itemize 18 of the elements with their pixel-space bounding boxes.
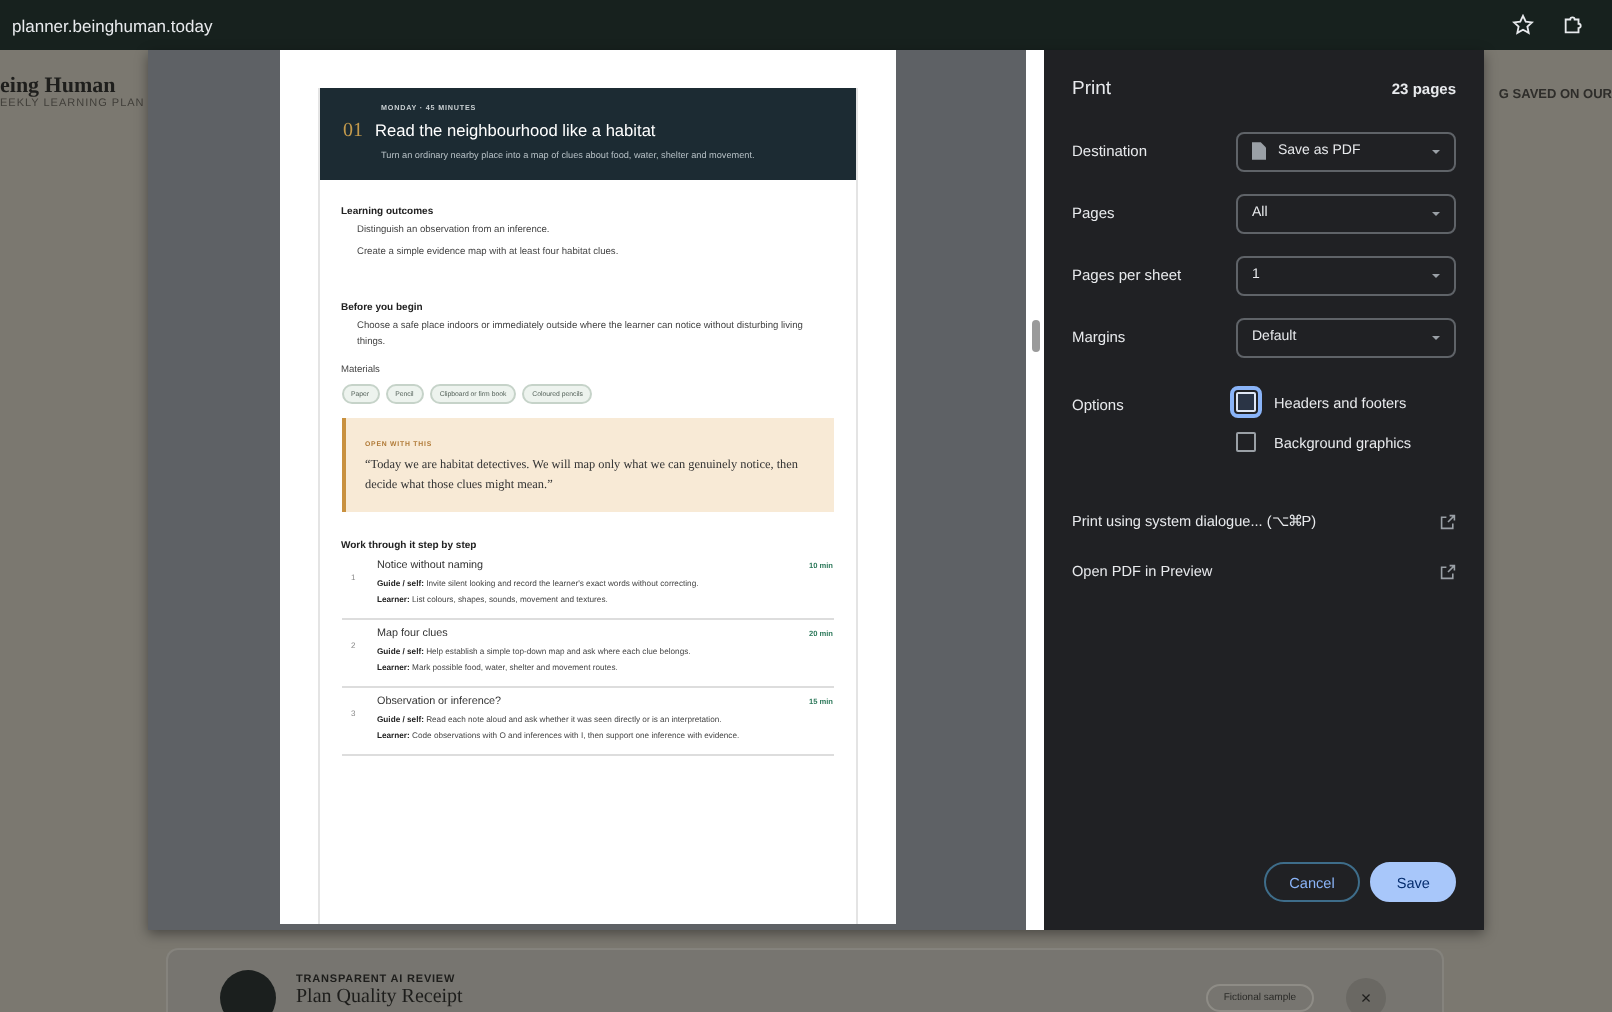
brand-title: eing Human xyxy=(0,74,118,98)
file-icon xyxy=(1252,142,1266,160)
scrollbar-thumb[interactable] xyxy=(1031,320,1039,352)
card-title: Plan Quality Receipt xyxy=(296,986,465,1008)
lesson-number: 01 xyxy=(343,120,363,142)
url-text[interactable]: planner.beinghuman.today xyxy=(12,15,1484,35)
star-icon[interactable] xyxy=(1512,14,1534,36)
caret-icon xyxy=(1432,335,1440,339)
puzzle-icon[interactable] xyxy=(1562,14,1584,36)
caret-icon xyxy=(1432,211,1440,215)
panel-title: Print xyxy=(1072,78,1112,100)
caret-icon xyxy=(1432,149,1440,153)
external-link-icon[interactable] xyxy=(1440,563,1456,579)
external-link-icon[interactable] xyxy=(1440,513,1456,529)
checkbox[interactable] xyxy=(1236,432,1256,452)
caret-icon xyxy=(1432,273,1440,277)
badge-icon xyxy=(220,970,276,1012)
lesson-title: Read the neighbourhood like a habitat xyxy=(375,120,656,140)
